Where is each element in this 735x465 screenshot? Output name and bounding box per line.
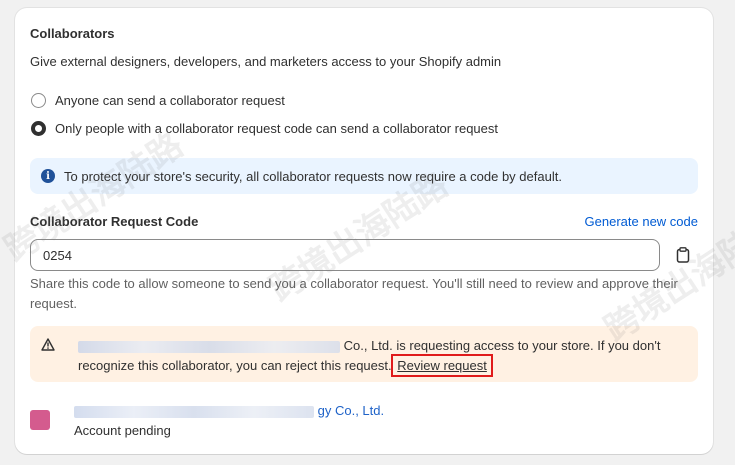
collaborator-status: Account pending [74, 423, 171, 438]
section-title: Collaborators [30, 26, 115, 41]
code-label: Collaborator Request Code [30, 214, 199, 229]
code-input[interactable] [30, 239, 660, 271]
generate-new-code-link[interactable]: Generate new code [585, 214, 698, 229]
collaborator-name-suffix: gy Co., Ltd. [317, 403, 385, 418]
collaborators-card: Collaborators Give external designers, d… [15, 8, 713, 454]
copy-code-button[interactable] [669, 242, 697, 268]
radio-button-checked[interactable] [31, 121, 46, 136]
clipboard-icon [676, 247, 690, 263]
collaborator-name-link[interactable]: gy Co., Ltd. [74, 403, 384, 418]
review-request-link[interactable]: Review request [391, 354, 493, 377]
info-icon: i [41, 169, 55, 183]
radio-label-anyone: Anyone can send a collaborator request [55, 93, 285, 108]
radio-label-code-only: Only people with a collaborator request … [55, 121, 498, 136]
collaborator-request-banner: Co., Ltd. is requesting access to your s… [30, 326, 698, 382]
warning-icon [41, 338, 55, 351]
security-info-banner: i To protect your store's security, all … [30, 158, 698, 194]
request-warning-text: Co., Ltd. is requesting access to your s… [78, 336, 688, 377]
radio-option-code-only[interactable]: Only people with a collaborator request … [31, 121, 498, 136]
redacted-company-name [78, 340, 340, 353]
banner-text: To protect your store's security, all co… [64, 168, 562, 184]
radio-option-anyone[interactable]: Anyone can send a collaborator request [31, 93, 285, 108]
radio-button-unchecked[interactable] [31, 93, 46, 108]
collaborator-avatar [30, 410, 50, 430]
code-help-text: Share this code to allow someone to send… [30, 276, 678, 311]
section-description: Give external designers, developers, and… [30, 54, 502, 69]
redacted-collaborator-name [74, 405, 314, 418]
